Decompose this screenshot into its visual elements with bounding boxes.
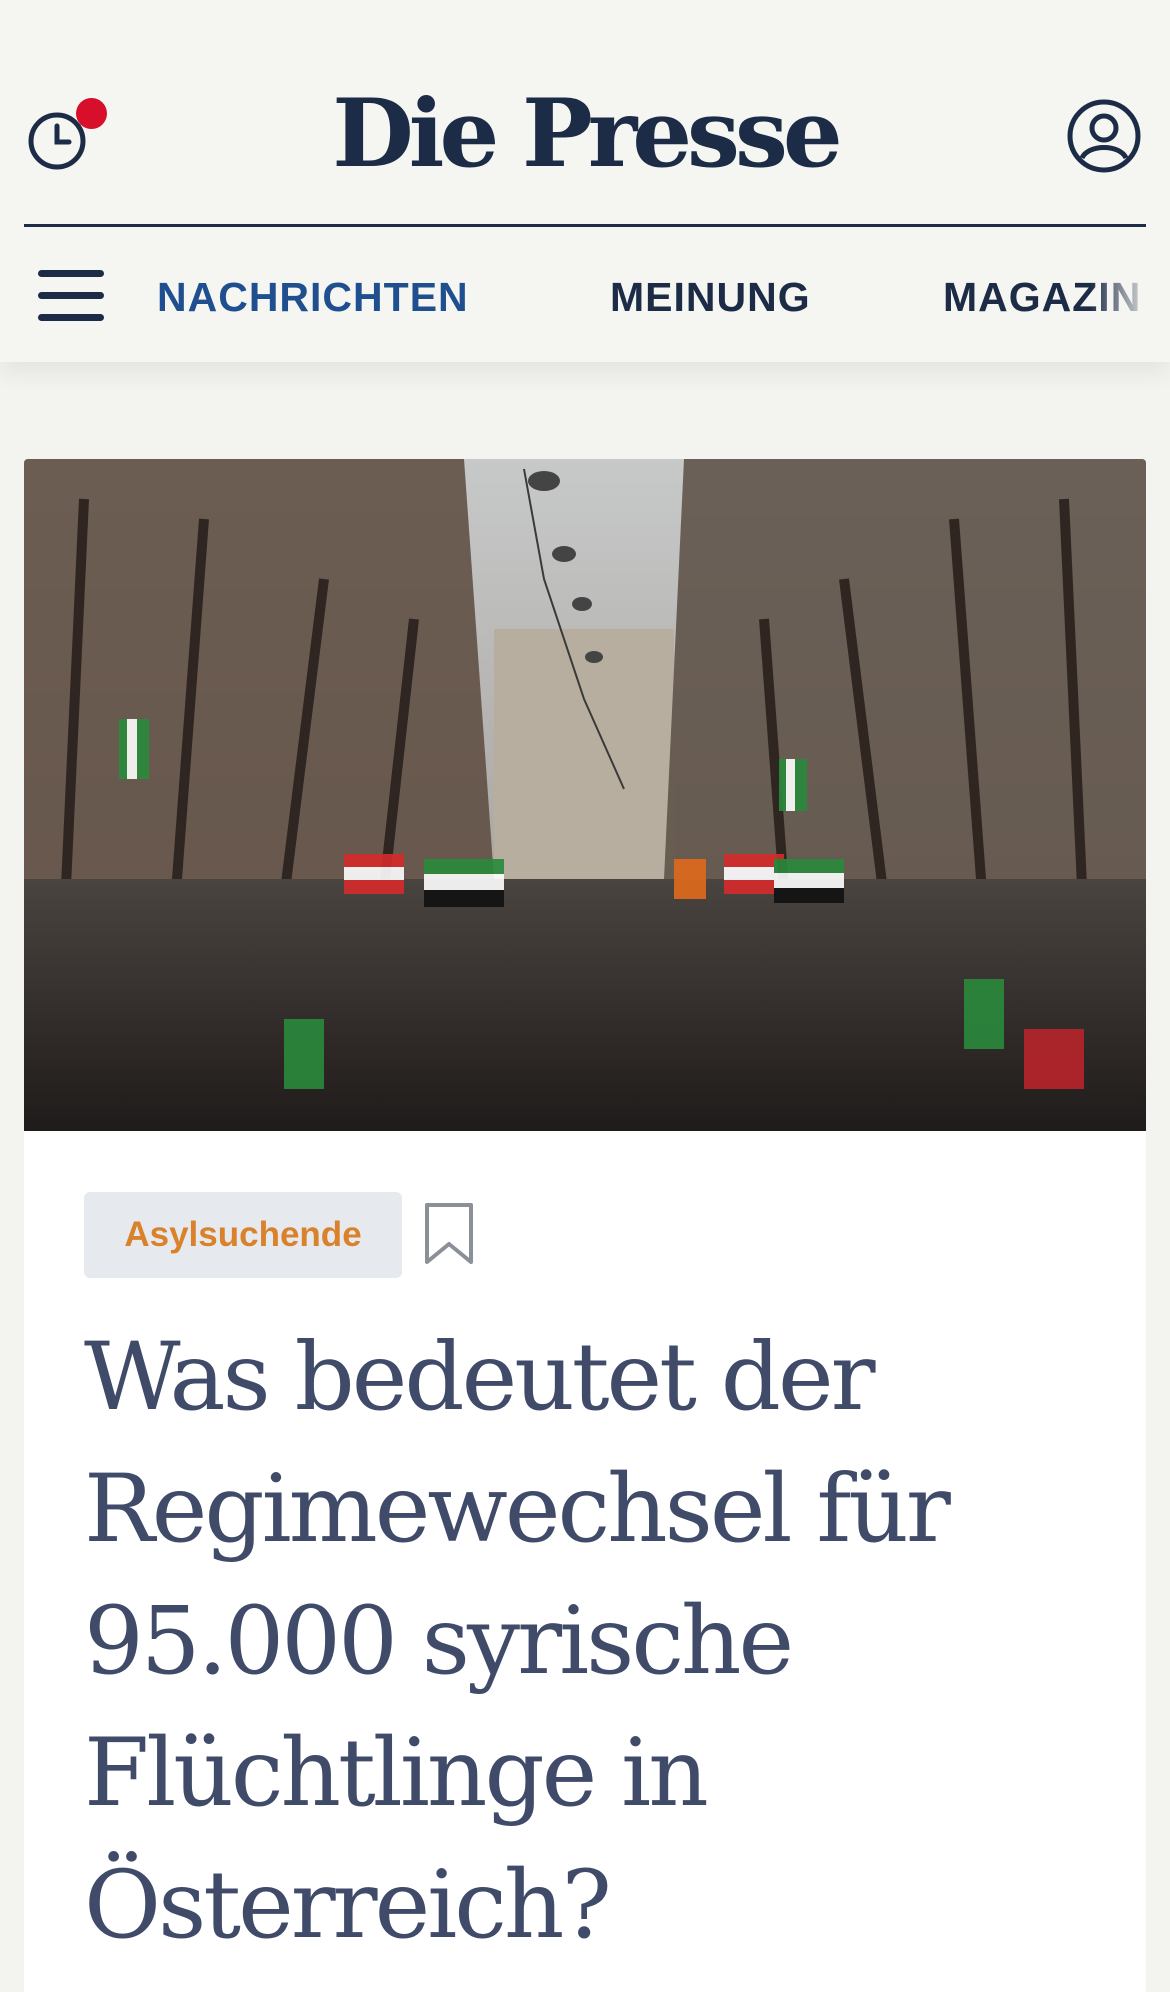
hamburger-icon-line — [38, 314, 104, 321]
site-logo[interactable]: Die Presse — [0, 84, 1170, 184]
protest-photo — [24, 459, 1146, 1131]
article-hero-image[interactable] — [24, 459, 1146, 1131]
site-header: Die Presse NACHRICHTEN MEINUNG MAGAZIN — [0, 0, 1170, 362]
bookmark-icon — [425, 1203, 473, 1264]
category-tag[interactable]: Asylsuchende — [84, 1192, 402, 1278]
menu-button[interactable] — [38, 268, 106, 324]
nav-item-nachrichten[interactable]: NACHRICHTEN — [157, 272, 469, 322]
nav-item-meinung[interactable]: MEINUNG — [610, 272, 811, 322]
header-divider — [24, 224, 1146, 227]
hamburger-icon-line — [38, 292, 104, 299]
user-circle-icon — [1067, 99, 1141, 173]
article-headline[interactable]: Was bedeutet der Regimewechsel für 95.00… — [84, 1312, 1114, 1972]
hamburger-icon — [38, 270, 104, 277]
bookmark-button[interactable] — [424, 1202, 474, 1271]
account-button[interactable] — [1066, 98, 1142, 179]
nav-scroll-fade — [1090, 262, 1170, 332]
